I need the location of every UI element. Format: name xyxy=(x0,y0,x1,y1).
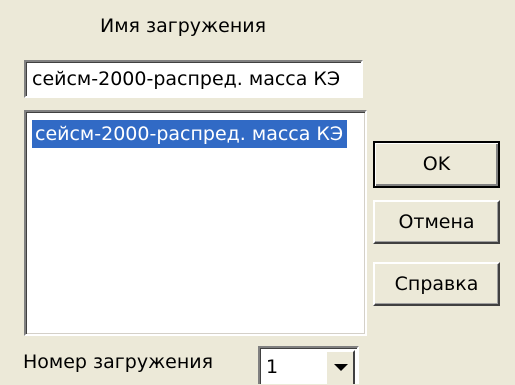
load-name-dialog: Имя загружения сейсм-2000-распред. масса… xyxy=(0,0,515,385)
load-name-input[interactable]: сейсм-2000-распред. масса КЭ xyxy=(24,60,363,98)
list-item[interactable]: сейсм-2000-распред. масса КЭ xyxy=(32,120,348,148)
load-name-label: Имя загружения xyxy=(100,15,267,37)
load-number-select[interactable]: 1 xyxy=(258,346,359,384)
dropdown-button[interactable] xyxy=(325,350,355,384)
help-button[interactable]: Справка xyxy=(373,262,500,306)
chevron-down-icon xyxy=(334,364,348,371)
ok-button[interactable]: OK xyxy=(373,141,500,188)
load-number-label: Номер загружения xyxy=(23,351,214,373)
load-number-value: 1 xyxy=(266,356,279,378)
cancel-button[interactable]: Отмена xyxy=(373,200,500,244)
load-list[interactable]: сейсм-2000-распред. масса КЭ xyxy=(24,110,367,336)
